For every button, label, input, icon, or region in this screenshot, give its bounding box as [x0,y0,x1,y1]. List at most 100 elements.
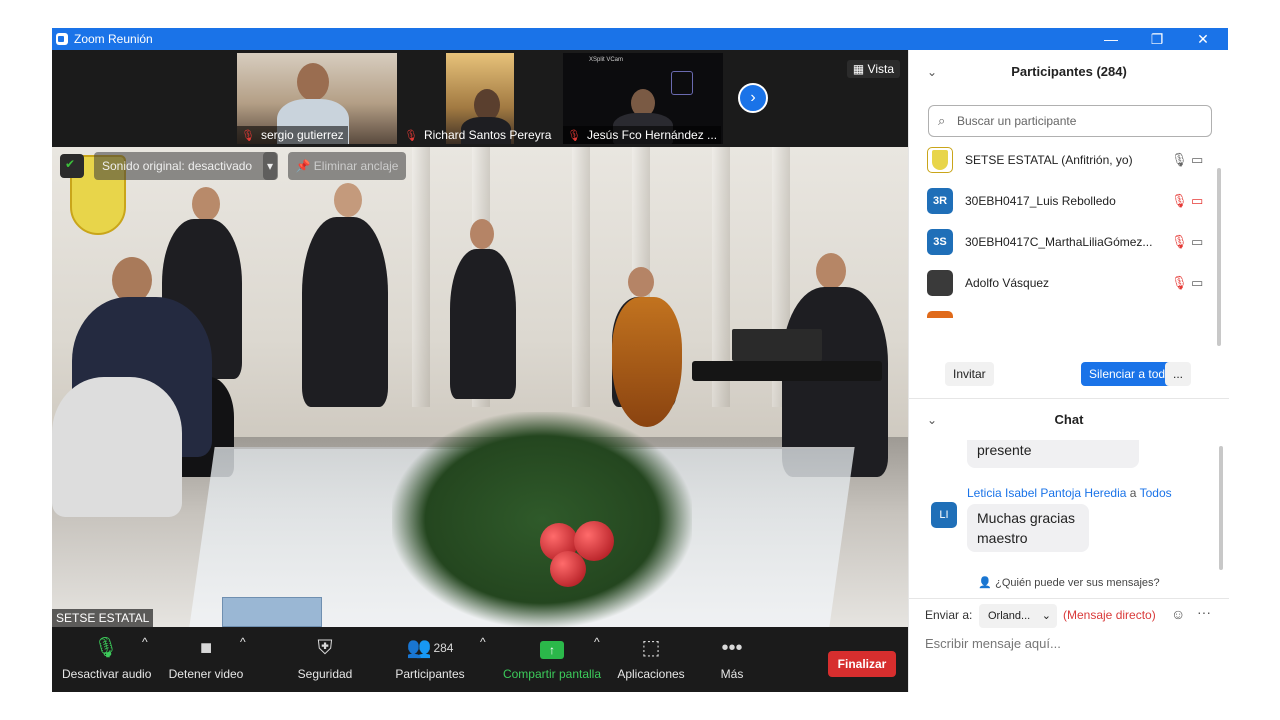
video-area: 🎙 sergio gutierrez 🎙 Richard Santos Pereyr… [52,50,908,627]
chat-bubble: presente [967,440,1139,468]
participants-actions: Invitar Silenciar a todos ... [909,358,1229,398]
emoji-icon[interactable]: ☺ [1171,606,1185,622]
avatar [927,311,953,318]
muted-mic-icon[interactable]: 🎙 [1171,275,1188,291]
cello [612,297,682,427]
more-icon[interactable]: ··· [1197,604,1211,620]
participants-header: ⌄ Participantes (284) [909,52,1229,92]
participants-options-caret[interactable]: ^ [480,635,486,649]
muted-mic-icon[interactable]: 🎙 [1171,193,1188,209]
participant-row[interactable]: Adolfo Vásquez 🎙 ▭ [909,263,1219,304]
video-thumb[interactable]: XSplit VCam 🎙 Jesús Fco Hernández ... [563,53,723,144]
apps-button[interactable]: ⬚ Aplicaciones [614,635,688,681]
chevron-right-icon: › [750,89,756,106]
title-bar: Zoom Reunión — ❐ ✕ [52,28,1228,50]
minimize-button[interactable]: — [1088,28,1134,50]
avatar: 3S [927,229,953,255]
chat-bubble: Muchas gracias maestro [967,504,1089,552]
send-to-select[interactable]: Orland... ⌄ [979,604,1057,628]
apps-icon: ⬚ [641,637,661,659]
mic-icon: 🎙 [93,637,119,659]
shield-logo [671,71,693,95]
pin-icon: 📌 [295,159,314,173]
muted-mic-icon: 🎙 [241,130,255,142]
participant-row[interactable] [909,304,1219,318]
audio-options-caret[interactable]: ^ [142,635,148,649]
muted-mic-icon[interactable]: 🎙 [1171,234,1188,250]
restore-button[interactable]: ❐ [1134,28,1180,50]
music-stand [732,329,822,361]
participant-row[interactable]: 3R 30EBH0417_Luis Rebolledo 🎙 ▭ [909,181,1219,222]
who-can-see-link[interactable]: 👤 ¿Quién puede ver sus mensajes? [909,576,1229,589]
avatar [927,147,953,173]
muted-mic-icon: 🎙 [404,130,418,142]
participant-strip: 🎙 sergio gutierrez 🎙 Richard Santos Pereyr… [52,50,908,147]
grid-icon: ▦ [852,62,868,76]
participants-icon: 👥 284 [406,637,454,659]
search-icon: ⌕ [938,113,946,128]
camera-icon[interactable]: ▭ [1191,234,1203,250]
video-thumb[interactable]: 🎙 sergio gutierrez [237,53,397,144]
avatar: LI [931,502,957,528]
thumb-label: 🎙 sergio gutierrez [237,126,348,144]
side-panel: ⌄ Participantes (284) ⌕ Buscar un partic… [908,50,1229,692]
divider [909,598,1229,599]
collapse-chevron-icon[interactable]: ⌄ [927,52,937,92]
cam-text: XSplit VCam [589,57,624,63]
avatar [927,270,953,296]
shield-icon [60,154,84,178]
stop-video-button[interactable]: ■ Detener video [168,635,244,681]
more-icon: ••• [721,637,743,659]
book [222,597,322,627]
camera-icon[interactable]: ▭ [1191,152,1203,168]
invite-button[interactable]: Invitar [945,362,994,386]
security-shield-icon: ⛨ [317,637,333,659]
send-to-label: Enviar a: [925,608,973,622]
share-options-caret[interactable]: ^ [594,635,600,649]
mic-icon[interactable]: 🎙 [1171,152,1188,168]
camera-icon: ■ [199,637,213,659]
share-screen-button[interactable]: ↑ Compartir pantalla [500,635,604,681]
chat-scrollbar[interactable] [1219,446,1223,570]
participant-row[interactable]: SETSE ESTATAL (Anfitrión, yo) 🎙 ▭ [909,140,1219,181]
participants-list: SETSE ESTATAL (Anfitrión, yo) 🎙 ▭ 3R 30E… [909,140,1219,318]
video-options-caret[interactable]: ^ [240,635,246,649]
christmas-wreath [392,412,692,627]
person-icon: 👤 [978,577,996,589]
participant-search-input[interactable]: ⌕ Buscar un participante [928,105,1212,137]
window-title: Zoom Reunión [74,32,153,46]
thumb-label: 🎙 Richard Santos Pereyra [404,128,552,142]
close-button[interactable]: ✕ [1180,28,1226,50]
camera-off-icon[interactable]: ▭ [1191,193,1203,209]
main-video: Sonido original: desactivado ▾ 📌 Elimina… [52,147,908,627]
zoom-icon [56,33,68,45]
chevron-down-icon: ⌄ [1041,610,1051,622]
end-meeting-button[interactable]: Finalizar [828,651,896,677]
participants-button[interactable]: 👥 284 Participantes [392,635,468,681]
security-button[interactable]: ⛨ Seguridad [292,635,358,681]
collapse-chevron-icon[interactable]: ⌄ [927,400,937,440]
chat-sender-line: Leticia Isabel Pantoja Heredia a Todos [967,486,1172,500]
meeting-toolbar: 🎙 Desactivar audio ^ ■ Detener video ^ ⛨… [52,627,908,692]
keyboard [692,361,882,381]
view-button[interactable]: ▦ Vista [846,60,900,78]
chat-header: ⌄ Chat [909,400,1229,440]
more-button[interactable]: ••• Más [712,635,752,681]
speaker-name-tag: SETSE ESTATAL [52,609,154,627]
muted-mic-icon: 🎙 [567,130,581,142]
mute-audio-button[interactable]: 🎙 Desactivar audio [62,635,151,681]
direct-message-label: (Mensaje directo) [1063,608,1156,622]
more-options-button[interactable]: ... [1165,362,1192,386]
participant-row[interactable]: 3S 30EBH0417C_MarthaLiliaGómez... 🎙 ▭ [909,222,1219,263]
zoom-window: Zoom Reunión — ❐ ✕ 🎙 sergio gutierrez 🎙 Ri… [52,28,1229,692]
camera-icon[interactable]: ▭ [1191,275,1203,291]
chat-message-input[interactable]: Escribir mensaje aquí... [925,636,1061,651]
next-page-button[interactable]: › [738,83,768,113]
share-screen-icon: ↑ [500,635,604,661]
participants-scrollbar[interactable] [1217,168,1221,346]
original-sound-button[interactable]: Sonido original: desactivado [94,152,278,180]
chevron-down-icon[interactable]: ▾ [263,152,277,180]
unpin-button[interactable]: 📌 Eliminar anclaje [288,152,406,180]
thumb-label: 🎙 Jesús Fco Hernández ... [563,126,722,144]
divider [909,398,1229,399]
